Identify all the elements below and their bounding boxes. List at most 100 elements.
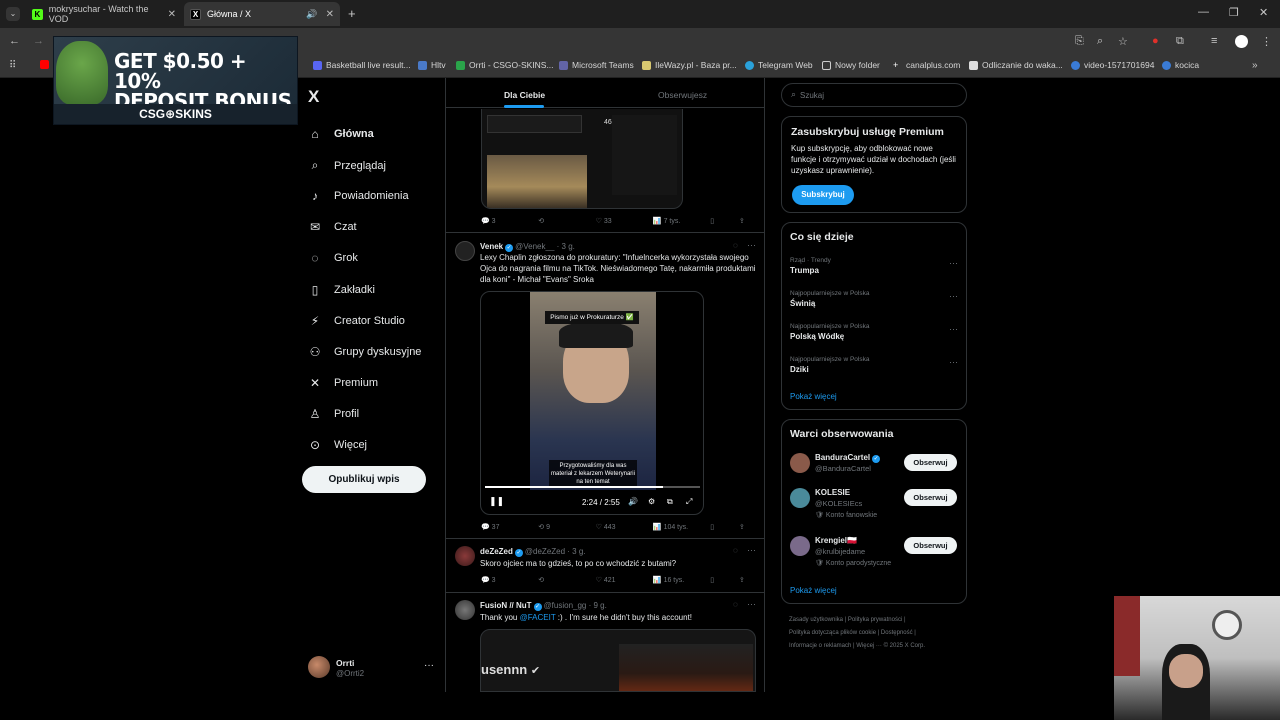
- bookmark-7[interactable]: Nowy folder: [822, 60, 880, 70]
- video-player[interactable]: Pismo już w Prokuraturze ✅ Przygotowaliś…: [480, 291, 704, 515]
- apps-icon[interactable]: ⠿: [9, 60, 16, 71]
- who-show-more[interactable]: Pokaż więcej: [790, 586, 837, 595]
- settings-icon[interactable]: ⚙: [648, 497, 655, 506]
- retweet-button[interactable]: ⟲: [538, 217, 595, 225]
- trend-item[interactable]: Najpopularniejsze w Polska Polską Wódkę: [790, 323, 870, 341]
- more-icon[interactable]: ···: [747, 240, 756, 250]
- more-bookmarks-icon[interactable]: »: [1252, 60, 1258, 71]
- fullscreen-icon[interactable]: ⤢: [686, 497, 692, 507]
- pause-icon[interactable]: ❚❚: [489, 496, 504, 507]
- cast-icon[interactable]: ⎘: [1075, 35, 1084, 48]
- grok-icon[interactable]: ◌: [733, 546, 738, 555]
- minimize-icon[interactable]: —: [1198, 6, 1209, 18]
- trend-item[interactable]: Rząd · Trendy Trumpa: [790, 257, 831, 275]
- sidebar-item-4[interactable]: ◌ Grok: [308, 251, 357, 265]
- media-icon[interactable]: ≡: [1211, 35, 1217, 47]
- video-progress-track[interactable]: [485, 486, 700, 488]
- bookmark-button[interactable]: ▯: [710, 576, 739, 584]
- tweet-image[interactable]: usennn ✔: [480, 629, 756, 692]
- trend-more-icon[interactable]: ···: [949, 357, 958, 367]
- bookmark-youtube[interactable]: [40, 60, 53, 69]
- tab-for-you[interactable]: Dla Ciebie: [504, 90, 545, 100]
- sidebar-item-6[interactable]: ⚡ Creator Studio: [308, 314, 405, 328]
- bookmark-3[interactable]: Orrti - CSGO-SKINS...: [456, 60, 554, 70]
- follow-suggestion-avatar[interactable]: [790, 453, 810, 473]
- close-tab-icon[interactable]: ✕: [168, 9, 176, 20]
- speaker-icon[interactable]: 🔊: [306, 9, 317, 20]
- new-tab-icon[interactable]: +: [348, 6, 356, 21]
- account-avatar[interactable]: [308, 656, 330, 678]
- bookmark-11[interactable]: kocica: [1162, 60, 1199, 70]
- volume-icon[interactable]: 🔊: [628, 497, 638, 506]
- back-icon[interactable]: ←: [9, 35, 20, 47]
- sidebar-item-2[interactable]: ♪ Powiadomienia: [308, 189, 409, 203]
- forward-icon[interactable]: →: [33, 35, 44, 47]
- follow-suggestion-name[interactable]: BanduraCartel ✓: [815, 453, 882, 463]
- faceit-mention[interactable]: @FACEIT: [520, 613, 556, 622]
- bookmark-2[interactable]: Hltv: [418, 60, 446, 70]
- pip-icon[interactable]: ⧉: [667, 497, 673, 507]
- reply-button[interactable]: 💬 3: [481, 576, 538, 584]
- post-button[interactable]: Opublikuj wpis: [302, 466, 426, 493]
- follow-button[interactable]: Obserwuj: [904, 537, 957, 554]
- menu-icon[interactable]: ⋮: [1261, 35, 1272, 48]
- bookmark-10[interactable]: video-1571701694: [1071, 60, 1154, 70]
- trend-more-icon[interactable]: ···: [949, 291, 958, 301]
- retweet-button[interactable]: ⟲ 9: [538, 523, 595, 531]
- sidebar-item-9[interactable]: ♙ Profil: [308, 407, 359, 421]
- x-logo[interactable]: X: [308, 87, 319, 107]
- sidebar-item-10[interactable]: ⊙ Więcej: [308, 438, 367, 452]
- tab-following[interactable]: Obserwujesz: [658, 90, 707, 100]
- bookmark-5[interactable]: IleWazy.pl - Baza pr...: [642, 60, 737, 70]
- star-icon[interactable]: ☆: [1118, 35, 1128, 48]
- follow-suggestion-avatar[interactable]: [790, 536, 810, 556]
- bookmark-6[interactable]: Telegram Web: [745, 60, 813, 70]
- follow-suggestion-name[interactable]: Krengiel🇵🇱: [815, 536, 857, 545]
- reply-button[interactable]: 💬 3: [481, 217, 538, 225]
- bookmark-button[interactable]: ▯: [710, 523, 739, 531]
- trend-more-icon[interactable]: ···: [949, 324, 958, 334]
- share-button[interactable]: ⇪: [739, 576, 756, 584]
- account-menu-icon[interactable]: ···: [424, 660, 434, 671]
- views-button[interactable]: 📊 7 tys.: [653, 217, 710, 225]
- share-button[interactable]: ⇪: [739, 523, 756, 531]
- share-button[interactable]: ⇪: [739, 217, 756, 225]
- follow-suggestion-avatar[interactable]: [790, 488, 810, 508]
- sidebar-item-8[interactable]: ✕ Premium: [308, 376, 378, 390]
- views-button[interactable]: 📊 16 tys.: [653, 576, 710, 584]
- tab-glowna-x[interactable]: X Główna / X 🔊 ✕: [184, 2, 340, 26]
- profile-icon[interactable]: [1235, 35, 1248, 48]
- follow-suggestion-name[interactable]: KOLESIE: [815, 488, 850, 497]
- sidebar-item-0[interactable]: ⌂ Główna: [308, 127, 373, 141]
- more-icon[interactable]: ···: [747, 545, 756, 555]
- extension-icon[interactable]: ●: [1152, 35, 1159, 47]
- close-window-icon[interactable]: ✕: [1259, 6, 1268, 19]
- fusion-avatar[interactable]: [455, 600, 475, 620]
- sidebar-item-7[interactable]: ⚇ Grupy dyskusyjne: [308, 345, 422, 359]
- csgoskins-ad-banner[interactable]: GET $0.50 + 10% DEPOSIT BONUS CSG⊕SKINS: [53, 36, 298, 125]
- trend-item[interactable]: Najpopularniejsze w Polska Dziki: [790, 356, 870, 374]
- tab-search-icon[interactable]: ⌄: [6, 7, 20, 21]
- bookmark-1[interactable]: Basketball live result...: [313, 60, 411, 70]
- grok-icon[interactable]: ◌: [733, 600, 738, 609]
- sidebar-item-1[interactable]: ⌕ Przeglądaj: [308, 158, 386, 173]
- maximize-icon[interactable]: ❐: [1229, 6, 1239, 19]
- retweet-button[interactable]: ⟲: [538, 576, 595, 584]
- bookmark-8[interactable]: + canalplus.com: [893, 60, 960, 70]
- follow-button[interactable]: Obserwuj: [904, 454, 957, 471]
- zoom-icon[interactable]: ⌕: [1097, 35, 1103, 48]
- sidebar-item-3[interactable]: ✉ Czat: [308, 220, 357, 234]
- extensions-icon[interactable]: ⧉: [1176, 35, 1184, 48]
- footer-links[interactable]: Zasady użytkownika | Polityka prywatnośc…: [789, 614, 925, 653]
- tab-mokrysuchar[interactable]: K mokrysuchar - Watch the VOD ✕: [26, 2, 182, 26]
- previous-tweet-image[interactable]: 467: [481, 109, 683, 209]
- views-button[interactable]: 📊 104 tys.: [653, 523, 710, 531]
- reply-button[interactable]: 💬 37: [481, 523, 538, 531]
- like-button[interactable]: ♡ 33: [596, 217, 653, 225]
- like-button[interactable]: ♡ 421: [596, 576, 653, 584]
- dezezed-avatar[interactable]: [455, 546, 475, 566]
- bookmark-button[interactable]: ▯: [710, 217, 739, 225]
- bookmark-9[interactable]: Odliczanie do waka...: [969, 60, 1063, 70]
- search-box[interactable]: ⌕ Szukaj: [781, 83, 967, 107]
- grok-icon[interactable]: ◌: [733, 241, 738, 250]
